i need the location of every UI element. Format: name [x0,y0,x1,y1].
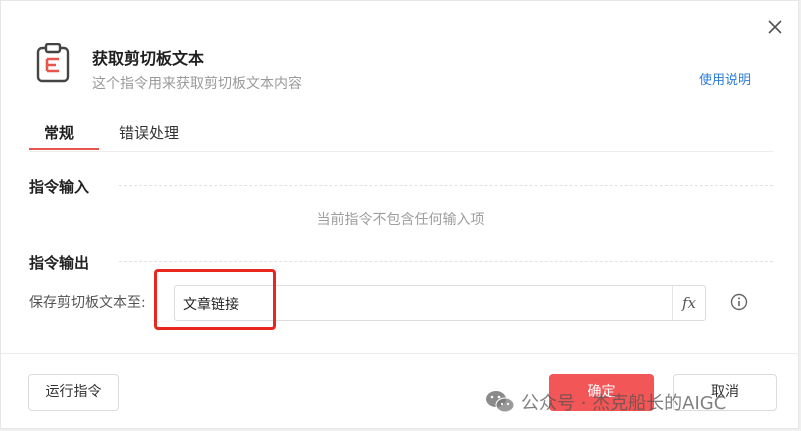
help-link[interactable]: 使用说明 [699,69,751,88]
input-section-divider [119,185,773,186]
wechat-icon [486,391,515,413]
info-icon[interactable] [730,293,748,311]
clipboard-text-icon [36,43,70,83]
output-section-title: 指令输出 [29,254,90,272]
highlight-box [154,269,276,330]
close-icon[interactable] [765,17,785,37]
dialog-subtitle: 这个指令用来获取剪切板文本内容 [92,76,302,92]
tab-bar: 常规 错误处理 [1,119,800,152]
tab-error-handling[interactable]: 错误处理 [119,119,179,150]
input-section-title: 指令输入 [29,178,90,196]
dialog-title: 获取剪切板文本 [92,49,205,68]
tab-general[interactable]: 常规 [29,119,99,150]
save-clipboard-label: 保存剪切板文本至: [29,295,146,311]
run-command-button[interactable]: 运行指令 [28,374,119,411]
output-section-divider [119,261,773,262]
watermark-text: 公众号 · 杰克船长的AIGC [521,393,727,414]
tab-divider [29,151,773,152]
empty-input-hint: 当前指令不包含任何输入项 [316,212,485,228]
dialog: 获取剪切板文本 这个指令用来获取剪切板文本内容 使用说明 常规 错误处理 指令输… [0,0,800,429]
footer-divider [1,353,800,354]
fx-button[interactable]: fx [672,286,705,320]
